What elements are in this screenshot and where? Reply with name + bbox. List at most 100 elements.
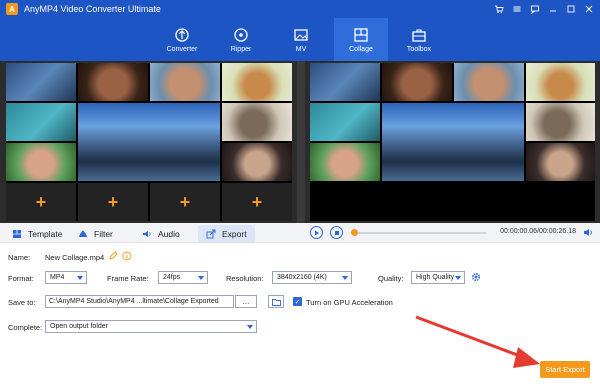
close-icon[interactable] <box>582 2 596 16</box>
collage-image-slot[interactable] <box>6 143 76 181</box>
timeline-track[interactable] <box>356 232 486 234</box>
converter-icon <box>175 27 189 42</box>
collage-image-slot[interactable] <box>6 103 76 141</box>
add-icon: + <box>35 191 47 212</box>
filter-icon <box>79 229 87 237</box>
collage-image-slot[interactable] <box>6 63 76 101</box>
frame-rate-value: 24fps <box>163 274 181 281</box>
audio-icon <box>143 230 151 237</box>
minimize-icon[interactable] <box>546 2 560 16</box>
collage-image-slot[interactable] <box>222 143 292 181</box>
output-name: New Collage.mp4 <box>45 253 105 262</box>
app-title: AnyMP4 Video Converter Ultimate <box>24 4 161 14</box>
nav-ripper[interactable]: Ripper <box>214 18 268 61</box>
playback-time: 00:00:00.06/00:00:26.18 <box>500 228 576 235</box>
gear-icon[interactable] <box>470 271 482 285</box>
resolution-label: Resolution: <box>226 274 264 283</box>
collage-image-slot[interactable] <box>150 63 220 101</box>
menu-icon[interactable] <box>510 2 524 16</box>
format-label: Format: <box>8 274 34 283</box>
annotation-arrow <box>415 315 540 368</box>
collage-icon <box>354 27 368 42</box>
app-logo: A <box>6 3 18 15</box>
nav-label: Converter <box>166 45 198 53</box>
chevron-down-icon <box>77 276 83 280</box>
top-nav: Converter Ripper MV Collage Toolbox <box>0 18 600 61</box>
tab-audio[interactable]: Audio <box>134 225 188 242</box>
preview-image <box>382 103 524 181</box>
complete-label: Complete: <box>8 323 43 332</box>
add-icon: + <box>107 191 119 212</box>
format-value: MP4 <box>50 274 65 281</box>
edit-name-icon[interactable] <box>108 251 118 263</box>
preview-image <box>310 63 380 101</box>
name-label: Name: <box>8 253 31 262</box>
resolution-value: 3840x2160 (4K) <box>277 274 327 281</box>
stop-icon <box>334 230 339 235</box>
mv-icon <box>294 28 308 41</box>
chevron-down-icon <box>342 276 348 280</box>
preview-empty-slot <box>526 183 595 221</box>
add-media-slot[interactable]: + <box>150 183 220 221</box>
collage-image-slot[interactable] <box>222 63 292 101</box>
template-icon <box>13 229 21 238</box>
add-media-slot[interactable]: + <box>78 183 148 221</box>
browse-button[interactable]: ... <box>235 295 257 308</box>
export-icon <box>206 229 216 238</box>
save-path-field[interactable]: C:\AnyMP4 Studio\AnyMP4 ...ltimate\Colla… <box>45 295 234 308</box>
ripper-icon <box>234 27 248 42</box>
add-media-slot[interactable]: + <box>222 183 292 221</box>
tab-label: Export <box>222 228 247 239</box>
format-select[interactable]: MP4 <box>45 271 87 284</box>
tab-label: Filter <box>94 228 113 239</box>
preview-empty-slot <box>310 183 380 221</box>
collage-image-slot[interactable] <box>222 103 292 141</box>
play-icon <box>314 230 319 235</box>
save-to-label: Save to: <box>8 298 36 307</box>
quality-label: Quality: <box>378 274 404 283</box>
maximize-icon[interactable] <box>564 2 578 16</box>
tab-export[interactable]: Export <box>198 225 255 242</box>
nav-toolbox[interactable]: Toolbox <box>392 18 446 61</box>
nav-label: Ripper <box>230 45 252 53</box>
window-controls <box>492 2 596 16</box>
preview-image <box>454 63 524 101</box>
collage-preview-area: + + + + <box>0 61 600 223</box>
gpu-checkbox[interactable]: ✓ <box>293 297 302 306</box>
chat-icon[interactable] <box>528 2 542 16</box>
chevron-down-icon <box>247 325 253 329</box>
play-button[interactable] <box>310 226 323 239</box>
stop-button[interactable] <box>330 226 343 239</box>
nav-mv[interactable]: MV <box>274 18 328 61</box>
complete-action-select[interactable]: Open output folder <box>45 320 257 333</box>
nav-converter[interactable]: Converter <box>155 18 209 61</box>
title-bar: A AnyMP4 Video Converter Ultimate <box>0 0 600 18</box>
nav-label: MV <box>295 45 307 53</box>
collage-image-slot[interactable] <box>78 63 148 101</box>
frame-rate-select[interactable]: 24fps <box>158 271 208 284</box>
resolution-select[interactable]: 3840x2160 (4K) <box>272 271 352 284</box>
add-icon: + <box>251 191 263 212</box>
volume-icon[interactable] <box>583 227 594 240</box>
tab-template[interactable]: Template <box>4 225 71 242</box>
pane-divider[interactable] <box>297 61 305 223</box>
collage-editor[interactable]: + + + + <box>6 63 292 221</box>
collage-image-slot[interactable] <box>78 103 220 181</box>
start-export-button[interactable]: Start Export <box>540 361 590 378</box>
open-folder-button[interactable] <box>268 295 284 308</box>
toolbox-icon <box>412 28 426 42</box>
quality-select[interactable]: High Quality <box>411 271 465 284</box>
frame-rate-label: Frame Rate: <box>107 274 149 283</box>
preview-image <box>526 63 595 101</box>
preview-image <box>310 103 380 141</box>
timeline-handle[interactable] <box>351 229 358 236</box>
complete-action-value: Open output folder <box>50 323 108 330</box>
cart-icon[interactable] <box>492 2 506 16</box>
nav-collage[interactable]: Collage <box>334 18 388 61</box>
preview-image <box>526 103 595 141</box>
playback-controls: 00:00:00.06/00:00:26.18 <box>306 224 596 242</box>
tab-filter[interactable]: Filter <box>70 225 121 242</box>
tab-label: Template <box>28 228 63 239</box>
info-icon[interactable] <box>122 251 132 263</box>
add-media-slot[interactable]: + <box>6 183 76 221</box>
